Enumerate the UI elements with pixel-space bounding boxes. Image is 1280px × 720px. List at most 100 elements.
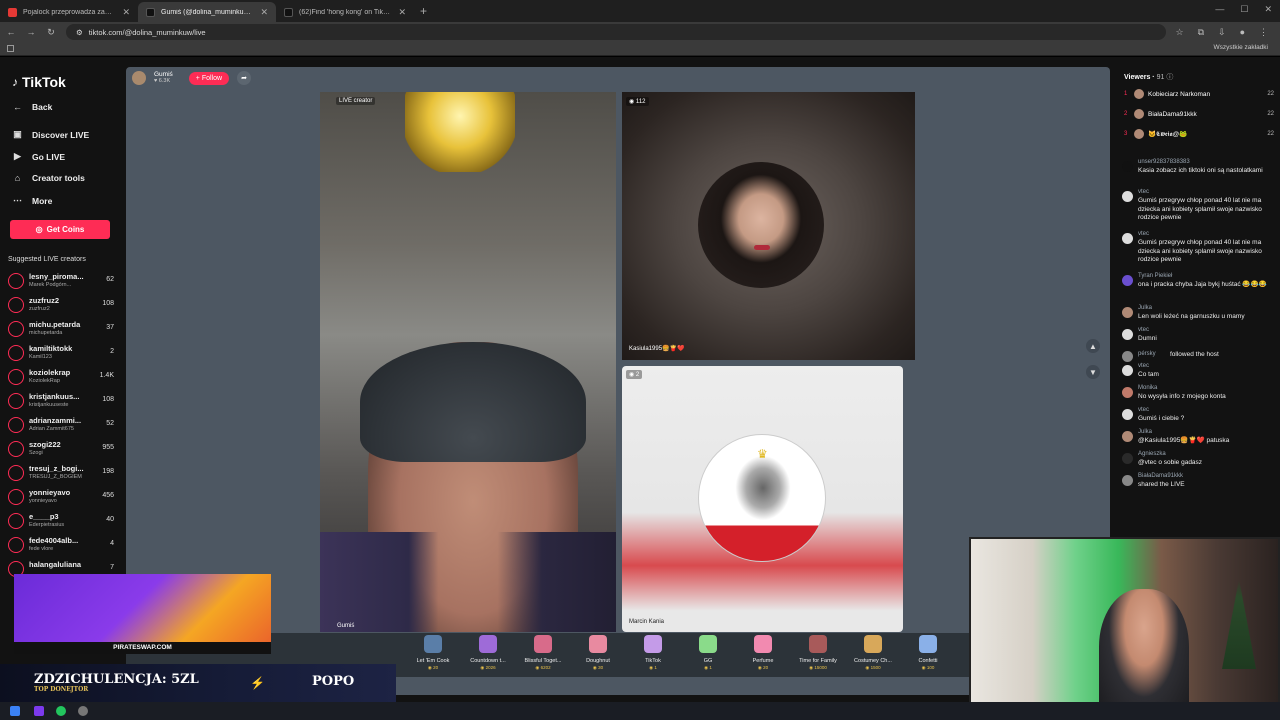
chat-username[interactable]: pérsky (1138, 351, 1156, 357)
windows-start-icon[interactable] (10, 706, 20, 716)
avatar (8, 489, 24, 505)
maximize-icon[interactable]: ☐ (1240, 4, 1248, 15)
gift-icon (919, 635, 937, 653)
extensions-icon[interactable]: ⧉ (1198, 27, 1204, 38)
nav-creator-tools[interactable]: ⌂ Creator tools (12, 173, 85, 183)
creator-row[interactable]: zuzfruz2 zuzfruz2 108 (8, 295, 114, 317)
nav-back[interactable]: ← Back (12, 102, 52, 112)
close-window-icon[interactable]: ✕ (1264, 4, 1272, 15)
avatar (8, 273, 24, 289)
close-tab-icon[interactable]: ✕ (122, 7, 130, 18)
chat-username[interactable]: unser92837838383 (1138, 159, 1190, 165)
guest-video-1[interactable]: ◉ 112 Kasiula1995🍔🍟❤️ (622, 92, 915, 360)
gift-item[interactable]: Perfume ◉ 20 (737, 635, 789, 671)
top-viewer-row[interactable]: 2 BiałaDama91kkk 22 (1124, 107, 1274, 121)
top-viewer-row[interactable]: 3 🐱𝕮𝖜𝖊𝖎𝖆@🐸 22 (1124, 127, 1274, 141)
downloads-icon[interactable]: ⇩ (1218, 27, 1226, 38)
site-info-icon[interactable]: ⚙ (76, 28, 83, 37)
all-bookmarks-button[interactable]: Wszystkie zakładki (1213, 44, 1268, 51)
creator-row[interactable]: michu.petarda michupetarda 37 (8, 319, 114, 341)
reload-icon[interactable]: ↻ (46, 27, 56, 38)
viewers-title[interactable]: Viewers · 91 ⓘ (1124, 72, 1173, 82)
info-icon[interactable]: ⓘ (1166, 74, 1173, 81)
chat-username[interactable]: Julka (1138, 305, 1152, 311)
tiktok-logo[interactable]: ♪ TikTok (12, 74, 66, 90)
chat-username[interactable]: Tyran Piekieł (1138, 273, 1172, 279)
chat-feed[interactable]: unser92837838383 Kasia zobacz ich tiktoki… (1116, 155, 1280, 540)
bookmark-star-icon[interactable]: ☆ (1176, 27, 1184, 38)
chat-username[interactable]: vtec (1138, 189, 1149, 195)
creator-row[interactable]: kamiltiktokk Kamil123 2 (8, 343, 114, 365)
gift-item[interactable]: GG ◉ 1 (682, 635, 734, 671)
tiktok-icon (146, 7, 155, 17)
creator-row[interactable]: lesny_piroma... Marek Podgórn... 62 (8, 271, 114, 293)
creator-subname: michupetarda (29, 330, 63, 336)
gift-price: ◉ 6202 (535, 665, 551, 670)
chevron-down-icon[interactable]: ▼ (1086, 365, 1100, 379)
minimize-icon[interactable]: — (1215, 4, 1224, 15)
host-likes: 6.3K (158, 78, 171, 84)
main-video-name: Gumiś (337, 623, 355, 629)
gift-item[interactable]: Blissful Toget... ◉ 6202 (517, 635, 569, 671)
close-tab-icon[interactable]: ✕ (260, 7, 268, 18)
gift-item[interactable]: Countdown t... ◉ 2026 (462, 635, 514, 671)
chat-text: Co tam (1138, 371, 1159, 378)
taskbar-app-icon[interactable] (78, 706, 88, 716)
get-coins-button[interactable]: ◎ Get Coins (10, 220, 110, 239)
chat-username[interactable]: BiałaDama91kkk (1138, 473, 1183, 479)
nav-discover-live[interactable]: ▣ Discover LIVE (12, 129, 89, 140)
youtube-icon (8, 7, 17, 17)
creator-row[interactable]: koziolekrap KoziolekRap 1.4K (8, 367, 114, 389)
url-input[interactable]: ⚙ tiktok.com/@dolina_muminkuw/live (66, 24, 1166, 40)
creator-row[interactable]: e____p3 Ederpietrasius 40 (8, 511, 114, 533)
creator-row[interactable]: yonnieyavo yonnieyavo 456 (8, 487, 114, 509)
gift-item[interactable]: Time for Family ◉ 15000 (792, 635, 844, 671)
forward-icon[interactable]: → (26, 27, 36, 37)
creator-row[interactable]: adrianzammi... Adrian Zammit675 52 (8, 415, 114, 437)
browser-tab[interactable]: (62)Find 'hong kong' on TikTok ✕ (276, 2, 414, 22)
chevron-up-icon[interactable]: ▲ (1086, 339, 1100, 353)
nav-go-live[interactable]: ▶ Go LIVE (12, 151, 65, 162)
chat-username[interactable]: vtec (1138, 231, 1149, 237)
creator-name: adrianzammi... (29, 416, 82, 425)
top-viewer-row[interactable]: 1 Kobieciarz Narkoman 22 (1124, 87, 1274, 101)
browser-tab-active[interactable]: Gumiś (@dolina_muminkuw) - TikTok LIVE✕ (138, 2, 276, 22)
creator-row[interactable]: szogi222 Szogi 955 (8, 439, 114, 461)
close-tab-icon[interactable]: ✕ (398, 7, 406, 18)
browser-tab[interactable]: Pojalock przeprowadza zamach ✕ (0, 2, 138, 22)
gift-icon (864, 635, 882, 653)
menu-icon[interactable]: ⋮ (1259, 27, 1268, 38)
main-video[interactable]: LIVE creator Gumiś (320, 92, 616, 632)
apps-icon[interactable] (7, 45, 14, 52)
guest-video-2[interactable]: ♛ ◉ 2 Marcin Kania (622, 366, 903, 632)
camera-icon: ▶ (14, 151, 21, 161)
gift-item[interactable]: Doughnut ◉ 30 (572, 635, 624, 671)
nav-more[interactable]: ⋯ More (12, 195, 52, 206)
creator-row[interactable]: tresuj_z_bogi... TRESUJ_Z_BOGIEM 198 (8, 463, 114, 485)
chat-username[interactable]: vtec (1138, 327, 1149, 333)
host-avatar[interactable] (132, 71, 146, 85)
new-tab-button[interactable]: + (420, 4, 427, 18)
chat-username[interactable]: Agnieszka (1138, 451, 1166, 457)
creator-row[interactable]: kristjankuus... kristjankuuseste 108 (8, 391, 114, 413)
taskbar-app-icon[interactable] (34, 706, 44, 716)
gift-item[interactable]: Costumey Ch... ◉ 1500 (847, 635, 899, 671)
avatar (8, 513, 24, 529)
follow-button[interactable]: + Follow (188, 71, 230, 85)
gift-name: Confetti (918, 658, 938, 664)
gift-item[interactable]: Confetti ◉ 100 (902, 635, 954, 671)
creator-row[interactable]: fede4004alb... fede vlore 4 (8, 535, 114, 557)
profile-icon[interactable]: ● (1240, 27, 1245, 38)
avatar (8, 321, 24, 337)
host-name[interactable]: Gumiś (154, 71, 173, 78)
gift-item[interactable]: Let 'Em Cook ◉ 20 (407, 635, 459, 671)
chat-username[interactable]: vtec (1138, 363, 1149, 369)
gift-price: ◉ 2026 (480, 665, 496, 670)
gift-item[interactable]: TikTok ◉ 1 (627, 635, 679, 671)
chrome-icon[interactable] (56, 706, 66, 716)
chat-username[interactable]: vtec (1138, 407, 1149, 413)
chat-username[interactable]: Julka (1138, 429, 1152, 435)
share-icon[interactable]: ➦ (237, 71, 252, 85)
chat-username[interactable]: Monika (1138, 385, 1157, 391)
back-icon[interactable]: ← (6, 27, 16, 37)
